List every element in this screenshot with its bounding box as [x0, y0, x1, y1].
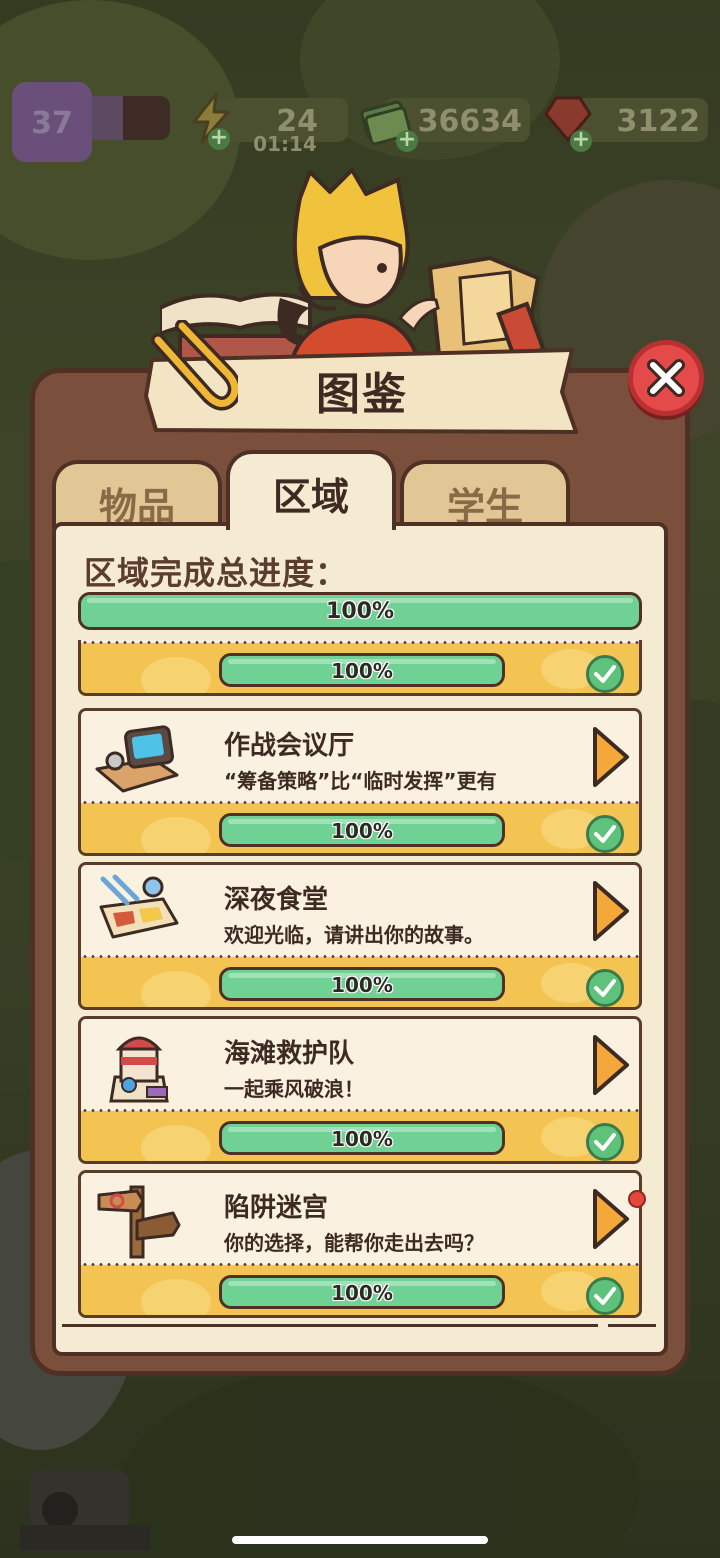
area-name: 作战会议厅: [224, 731, 355, 761]
area-progress-value: 100%: [331, 1127, 393, 1151]
overall-progress-value: 100%: [326, 599, 394, 624]
area-name: 海滩救护队: [224, 1039, 355, 1069]
tab-items[interactable]: 物品: [52, 460, 222, 529]
area-list[interactable]: 100% 作战会议厅 “筹备策略”比“临时发挥”更有 100% 深夜食堂 欢迎光…: [78, 640, 642, 1324]
area-progress-value: 100%: [331, 659, 393, 683]
lighthouse-icon: [109, 1036, 169, 1103]
tv-monitor-icon: [95, 725, 179, 793]
arrow-right-icon[interactable]: [589, 879, 631, 943]
close-icon: [647, 359, 685, 397]
area-progress-value: 100%: [331, 1281, 393, 1305]
close-button[interactable]: [628, 340, 704, 416]
notification-dot: [628, 1190, 646, 1208]
complete-check-icon: [586, 1277, 624, 1315]
scroll-thumb[interactable]: [608, 1324, 656, 1327]
area-name: 深夜食堂: [224, 885, 329, 915]
overall-progress-label: 区域完成总进度：: [84, 554, 349, 592]
area-card-beach-rescue[interactable]: 海滩救护队 一起乘风破浪！ 100%: [78, 1016, 642, 1164]
area-progress-bar: 100%: [219, 1121, 505, 1155]
home-indicator[interactable]: [232, 1536, 488, 1544]
area-description: 一起乘风破浪！: [224, 1077, 364, 1101]
complete-check-icon: [586, 1123, 624, 1161]
complete-check-icon: [586, 969, 624, 1007]
area-card-late-night-canteen[interactable]: 深夜食堂 欢迎光临，请讲出你的故事。 100%: [78, 862, 642, 1010]
level-badge[interactable]: 37: [12, 82, 92, 162]
complete-check-icon: [586, 815, 624, 853]
area-progress-value: 100%: [331, 819, 393, 843]
energy-timer: 01:14: [253, 132, 317, 156]
arrow-right-icon[interactable]: [589, 1187, 631, 1251]
panel-title: 图鉴: [316, 369, 408, 420]
area-name: 陷阱迷宫: [224, 1193, 329, 1223]
area-progress-bar: 100%: [219, 1275, 505, 1309]
signpost-icon: [97, 1185, 181, 1259]
add-energy-button[interactable]: +: [208, 127, 230, 150]
food-tray-icon: [99, 874, 179, 939]
xp-bar: [84, 96, 170, 140]
complete-check-icon: [586, 655, 624, 693]
tab-areas[interactable]: 区域: [226, 450, 396, 530]
area-progress-bar: 100%: [219, 813, 505, 847]
area-card-war-room[interactable]: 作战会议厅 “筹备策略”比“临时发挥”更有 100%: [78, 708, 642, 856]
area-description: 欢迎光临，请讲出你的故事。: [224, 923, 484, 947]
area-progress-value: 100%: [331, 973, 393, 997]
overall-progress-bar: 100%: [78, 592, 642, 630]
add-gems-button[interactable]: +: [570, 129, 592, 152]
area-description: 你的选择，能帮你走出去吗？: [224, 1231, 484, 1255]
area-card: 100%: [78, 640, 642, 696]
level-number: 37: [31, 106, 73, 141]
add-cash-button[interactable]: +: [396, 129, 418, 152]
area-card-trap-maze[interactable]: 陷阱迷宫 你的选择，能帮你走出去吗？ 100%: [78, 1170, 642, 1318]
area-progress-bar: 100%: [219, 653, 505, 687]
area-progress-bar: 100%: [219, 967, 505, 1001]
arrow-right-icon[interactable]: [589, 1033, 631, 1097]
area-description: “筹备策略”比“临时发挥”更有: [224, 769, 497, 793]
scroll-track: [62, 1324, 598, 1327]
arrow-right-icon[interactable]: [589, 725, 631, 789]
tab-students[interactable]: 学生: [400, 460, 570, 529]
